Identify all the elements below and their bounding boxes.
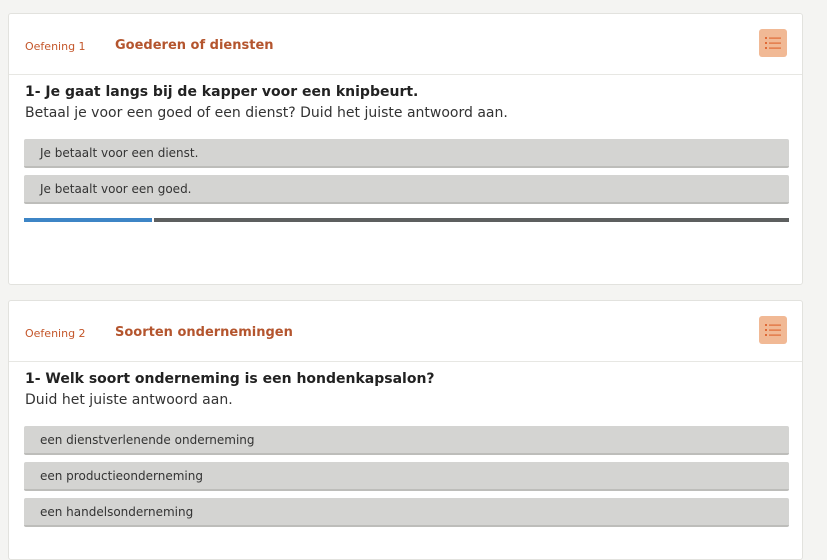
answer-option-2[interactable]: een productieonderneming — [24, 462, 789, 491]
question-title: 1- Welk soort onderneming is een hondenk… — [25, 371, 435, 387]
exercise-number: Oefening 2 — [25, 327, 86, 340]
question: 1- Je gaat langs bij de kapper voor een … — [25, 82, 508, 124]
progress-bar-fill — [24, 218, 152, 222]
question: 1- Welk soort onderneming is een hondenk… — [25, 369, 435, 411]
answer-option-2[interactable]: Je betaalt voor een goed. — [24, 175, 789, 204]
answer-option-3[interactable]: een handelsonderneming — [24, 498, 789, 527]
exercise-title: Soorten ondernemingen — [115, 325, 293, 340]
exercise-card-1: Oefening 1 Goederen of diensten 1- Je ga… — [8, 13, 803, 285]
progress-bar-divider — [151, 218, 154, 222]
progress-bar — [24, 218, 789, 222]
answer-option-1[interactable]: Je betaalt voor een dienst. — [24, 139, 789, 168]
exercise-card-2: Oefening 2 Soorten ondernemingen 1- Welk… — [8, 300, 803, 560]
list-icon — [765, 324, 781, 336]
question-instruction: Duid het juiste antwoord aan. — [25, 392, 233, 408]
question-instruction: Betaal je voor een goed of een dienst? D… — [25, 105, 508, 121]
list-icon — [765, 37, 781, 49]
exercise-header: Oefening 2 Soorten ondernemingen — [9, 301, 802, 362]
exercise-title: Goederen of diensten — [115, 38, 274, 53]
exercise-list-button[interactable] — [759, 29, 787, 57]
answer-option-1[interactable]: een dienstverlenende onderneming — [24, 426, 789, 455]
exercise-header: Oefening 1 Goederen of diensten — [9, 14, 802, 75]
exercise-number: Oefening 1 — [25, 40, 86, 53]
question-title: 1- Je gaat langs bij de kapper voor een … — [25, 84, 419, 100]
exercise-list-button[interactable] — [759, 316, 787, 344]
